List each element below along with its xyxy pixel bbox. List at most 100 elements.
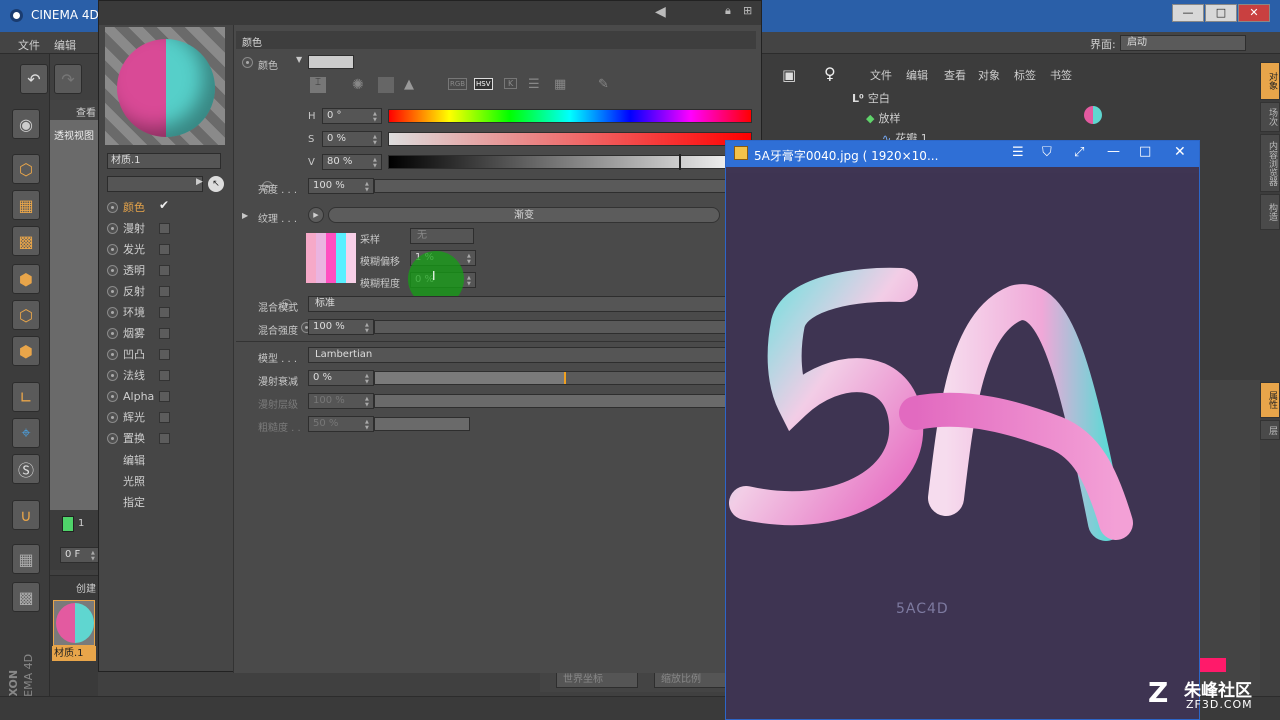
image-icon[interactable]: ▲ <box>404 77 414 92</box>
channel-normal[interactable]: 法线 <box>107 365 233 385</box>
model-select[interactable]: Lambertian <box>308 347 758 363</box>
frame-marker[interactable] <box>62 516 74 532</box>
tweak-icon[interactable]: ⌖ <box>12 418 40 448</box>
channel-checkbox[interactable] <box>159 306 170 318</box>
diffuse-level-field[interactable]: 100 % <box>308 393 374 409</box>
mixer-icon[interactable]: ☰ <box>528 77 540 92</box>
points-mode-icon[interactable]: ⬢ <box>12 264 40 294</box>
roughness-slider[interactable] <box>374 417 470 431</box>
hue-field[interactable]: 0 ° <box>322 108 382 124</box>
viewer-minimize-button[interactable]: — <box>1107 144 1120 159</box>
channel-radio[interactable] <box>107 264 118 276</box>
new-window-icon[interactable]: ⊞ <box>743 4 752 17</box>
illumination-page-item[interactable]: 光照 <box>123 473 145 489</box>
saturation-field[interactable]: 0 % <box>322 131 382 147</box>
model-mode-icon[interactable]: ⬡ <box>12 154 40 184</box>
value-field[interactable]: 80 % <box>322 154 382 170</box>
back-arrow-icon[interactable]: ◀ <box>655 4 666 20</box>
texture-expand-icon[interactable]: ▶ <box>242 211 248 220</box>
channel-checkbox[interactable] <box>159 285 170 297</box>
viewer-menu-icon[interactable]: ☰ <box>1012 145 1024 160</box>
lock-icon[interactable]: 🔒︎ <box>725 4 731 18</box>
filter-arrow-icon[interactable]: ▶ <box>196 177 203 187</box>
viewport[interactable]: 查看 透视视图 <box>50 100 98 510</box>
channel-radio[interactable] <box>107 222 118 234</box>
assign-page-item[interactable]: 指定 <box>123 494 145 510</box>
value-slider[interactable] <box>388 154 752 170</box>
channel-diffusion[interactable]: 漫射 <box>107 218 233 238</box>
hsv-button[interactable]: HSV <box>474 78 493 90</box>
material-manager-create[interactable]: 创建 <box>76 580 96 595</box>
channel-color[interactable]: 颜色 ✔ <box>107 197 233 217</box>
channel-radio[interactable] <box>107 369 118 381</box>
channel-radio[interactable] <box>107 348 118 360</box>
brightness-field[interactable]: 100 % <box>308 178 374 194</box>
mix-mode-select[interactable]: 标准 <box>308 296 758 312</box>
channel-radio[interactable] <box>107 411 118 423</box>
sampling-select[interactable]: 无 <box>410 228 474 244</box>
undo-button[interactable]: ↶ <box>20 64 48 94</box>
magnet-icon[interactable]: ∪ <box>12 500 40 530</box>
saturation-slider[interactable] <box>388 132 752 146</box>
close-button[interactable]: ✕ <box>1238 4 1270 22</box>
channel-checkbox[interactable] <box>159 222 170 234</box>
tree-item-loft[interactable]: ◆ 放样 <box>846 108 1021 128</box>
layout-select[interactable]: 启动 <box>1120 35 1246 51</box>
material-name-field[interactable]: 材质.1 <box>107 153 221 169</box>
light-icon[interactable]: ♀ <box>824 64 836 83</box>
tab-layers[interactable]: 层 <box>1260 420 1280 440</box>
axis-icon[interactable]: ∟ <box>12 382 40 412</box>
rgb-button[interactable]: RGB <box>448 78 468 90</box>
channel-radio[interactable] <box>107 327 118 339</box>
color-radio[interactable] <box>242 57 253 68</box>
grid-icon[interactable]: ▩ <box>12 582 40 612</box>
tree-item-null[interactable]: L⁰ 空白 <box>846 88 1021 108</box>
channel-transparency[interactable]: 透明 <box>107 260 233 280</box>
world-coords-select[interactable]: 世界坐标 <box>556 672 638 688</box>
om-menu-tags[interactable]: 标签 <box>1014 67 1036 83</box>
diffuse-falloff-field[interactable]: 0 % <box>308 370 374 386</box>
material-preview[interactable] <box>105 27 225 145</box>
om-menu-objects[interactable]: 对象 <box>978 67 1000 83</box>
editor-page-item[interactable]: 编辑 <box>123 452 145 468</box>
om-menu-file[interactable]: 文件 <box>870 67 892 83</box>
loft-material-tag[interactable] <box>1084 106 1102 124</box>
channel-checkbox[interactable] <box>159 432 170 444</box>
swatches-icon[interactable]: ▦ <box>554 77 566 92</box>
image-canvas[interactable]: 5AC4D <box>726 173 1199 719</box>
channel-radio[interactable] <box>107 306 118 318</box>
channel-checkbox[interactable] <box>159 348 170 360</box>
redo-button[interactable]: ↷ <box>54 64 82 94</box>
channel-luminance[interactable]: 发光 <box>107 239 233 259</box>
channel-radio[interactable] <box>107 201 118 213</box>
live-select-icon[interactable]: ◉ <box>12 109 40 139</box>
color-swatch[interactable] <box>308 55 354 69</box>
channel-radio[interactable] <box>107 243 118 255</box>
polygons-mode-icon[interactable]: ⬢ <box>12 336 40 366</box>
viewer-fullscreen-icon[interactable]: ⤢ <box>1074 145 1084 160</box>
gradient-preview[interactable] <box>306 233 356 283</box>
snap-icon[interactable]: Ⓢ <box>12 454 40 484</box>
om-menu-edit[interactable]: 编辑 <box>906 67 928 83</box>
channel-displacement[interactable]: 置换 <box>107 428 233 448</box>
tab-objects[interactable]: 对象 <box>1260 62 1280 100</box>
value-slider-handle[interactable] <box>678 154 681 170</box>
hue-slider[interactable] <box>388 109 752 123</box>
channel-alpha[interactable]: Alpha <box>107 386 233 406</box>
viewer-skin-icon[interactable]: ⛉ <box>1042 145 1052 160</box>
tab-attributes[interactable]: 属性 <box>1260 382 1280 418</box>
om-menu-view[interactable]: 查看 <box>944 67 966 83</box>
lock-workplane-icon[interactable]: ▦ <box>12 544 40 574</box>
channel-checkbox[interactable] <box>159 264 170 276</box>
minimize-button[interactable]: — <box>1172 4 1204 22</box>
maximize-button[interactable]: □ <box>1205 4 1237 22</box>
diffuse-level-slider[interactable] <box>374 394 758 408</box>
eyedropper-icon[interactable]: ✎ <box>598 77 609 92</box>
channel-reflectance[interactable]: 反射 <box>107 281 233 301</box>
channel-checkbox[interactable] <box>159 243 170 255</box>
channel-bump[interactable]: 凹凸 <box>107 344 233 364</box>
channel-checkbox[interactable] <box>159 369 170 381</box>
kelvin-button[interactable]: K <box>504 78 518 89</box>
channel-fog[interactable]: 烟雾 <box>107 323 233 343</box>
texture-shader-button[interactable]: 渐变 <box>328 207 720 223</box>
